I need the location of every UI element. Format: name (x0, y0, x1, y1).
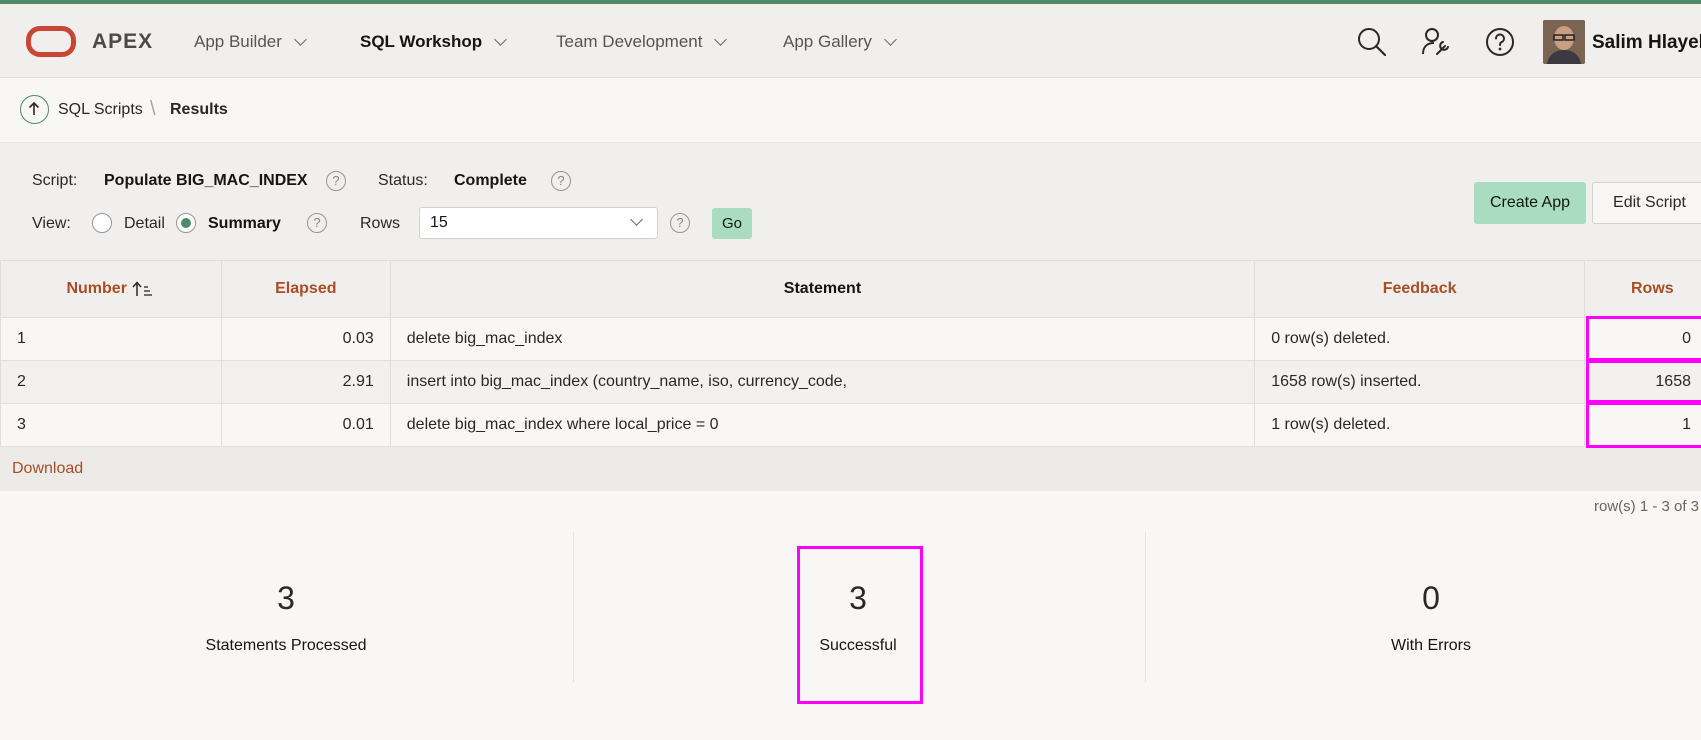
top-header: APEX App Builder SQL Workshop Team Devel… (0, 4, 1701, 78)
brand-name[interactable]: APEX (92, 30, 153, 54)
cell-number: 3 (0, 403, 222, 447)
table-row: 3 0.01 delete big_mac_index where local_… (0, 403, 1701, 447)
rows-select[interactable]: 15 (419, 207, 658, 239)
status-value: Complete (454, 172, 527, 189)
sort-ascending-icon (132, 281, 153, 296)
cell-feedback: 1658 row(s) inserted. (1254, 360, 1585, 404)
search-icon[interactable] (1356, 26, 1388, 58)
column-header-statement: Statement (389, 260, 1256, 318)
highlight-box (1586, 316, 1701, 361)
arrow-up-icon (28, 101, 40, 115)
nav-label: Team Development (556, 32, 703, 51)
chevron-down-icon (630, 213, 643, 226)
table-row: 1 0.03 delete big_mac_index 0 row(s) del… (0, 317, 1701, 361)
cell-statement: delete big_mac_index where local_price =… (389, 403, 1256, 447)
cell-feedback: 0 row(s) deleted. (1254, 317, 1585, 361)
user-name[interactable]: Salim Hlayel (1592, 32, 1701, 54)
column-header-rows[interactable]: Rows (1584, 260, 1701, 318)
help-icon[interactable]: ? (670, 213, 690, 233)
nav-app-builder[interactable]: App Builder (194, 32, 307, 52)
stat-caption: Statements Processed (205, 637, 367, 654)
breadcrumb: SQL Scripts \ Results (0, 78, 1701, 142)
stat-with-errors: 0 With Errors (1145, 532, 1701, 682)
pagination-text: row(s) 1 - 3 of 3 (1594, 498, 1700, 515)
cell-statement: delete big_mac_index (389, 317, 1256, 361)
cell-number: 2 (0, 360, 222, 404)
column-header-number[interactable]: Number (0, 260, 222, 318)
navigate-up-button[interactable] (20, 95, 49, 124)
column-header-elapsed[interactable]: Elapsed (220, 260, 391, 318)
download-link[interactable]: Download (12, 460, 83, 478)
chevron-down-icon (494, 33, 508, 46)
cell-elapsed: 0.03 (220, 317, 391, 361)
help-icon[interactable]: ? (326, 171, 346, 191)
view-summary-label[interactable]: Summary (208, 215, 281, 233)
script-name: Populate BIG_MAC_INDEX (104, 172, 308, 189)
go-button[interactable]: Go (712, 208, 752, 239)
cell-number: 1 (0, 317, 222, 361)
admin-tools-icon[interactable] (1420, 26, 1452, 58)
cell-feedback: 1 row(s) deleted. (1254, 403, 1585, 447)
stat-value: 3 (277, 580, 295, 616)
nav-label: SQL Workshop (360, 32, 483, 51)
nav-app-gallery[interactable]: App Gallery (783, 32, 897, 52)
edit-script-button[interactable]: Edit Script (1592, 182, 1701, 224)
help-icon[interactable]: ? (307, 213, 327, 233)
view-detail-radio[interactable] (92, 213, 112, 233)
script-info-region: Script: Populate BIG_MAC_INDEX ? Status:… (0, 142, 1701, 260)
highlight-box (797, 546, 923, 704)
script-label: Script: (32, 172, 78, 189)
stat-value: 0 (1422, 580, 1440, 616)
cell-elapsed: 0.01 (220, 403, 391, 447)
highlight-box (1586, 402, 1701, 448)
help-icon[interactable]: ? (551, 171, 571, 191)
breadcrumb-current: Results (170, 101, 228, 118)
chevron-down-icon (883, 33, 897, 46)
rows-label: Rows (360, 215, 401, 232)
nav-sql-workshop[interactable]: SQL Workshop (360, 32, 508, 52)
breadcrumb-sql-scripts[interactable]: SQL Scripts (58, 101, 143, 119)
oracle-logo-icon[interactable] (26, 26, 76, 57)
cell-elapsed: 2.91 (220, 360, 391, 404)
nav-team-development[interactable]: Team Development (556, 32, 728, 52)
highlight-box (1586, 360, 1701, 403)
breadcrumb-separator: \ (150, 98, 156, 120)
cell-statement: insert into big_mac_index (country_name,… (389, 360, 1256, 404)
chevron-down-icon (714, 33, 728, 46)
column-header-label: Number (66, 280, 127, 297)
stat-statements-processed: 3 Statements Processed (0, 532, 572, 682)
report-footer: Download (0, 447, 1701, 491)
nav-label: App Gallery (783, 32, 872, 51)
table-row: 2 2.91 insert into big_mac_index (countr… (0, 360, 1701, 404)
create-app-button[interactable]: Create App (1474, 182, 1586, 224)
nav-label: App Builder (194, 32, 282, 51)
view-label: View: (32, 215, 71, 232)
status-label: Status: (378, 172, 428, 189)
chevron-down-icon (294, 33, 307, 46)
view-summary-radio[interactable] (176, 213, 196, 233)
column-header-feedback[interactable]: Feedback (1254, 260, 1585, 318)
rows-select-value: 15 (430, 214, 448, 231)
stat-caption: With Errors (1391, 637, 1471, 654)
results-table: Number Elapsed Statement Feedback Rows 1… (0, 260, 1701, 447)
help-icon[interactable] (1484, 26, 1516, 58)
avatar[interactable] (1543, 20, 1585, 64)
view-detail-label[interactable]: Detail (124, 215, 165, 233)
